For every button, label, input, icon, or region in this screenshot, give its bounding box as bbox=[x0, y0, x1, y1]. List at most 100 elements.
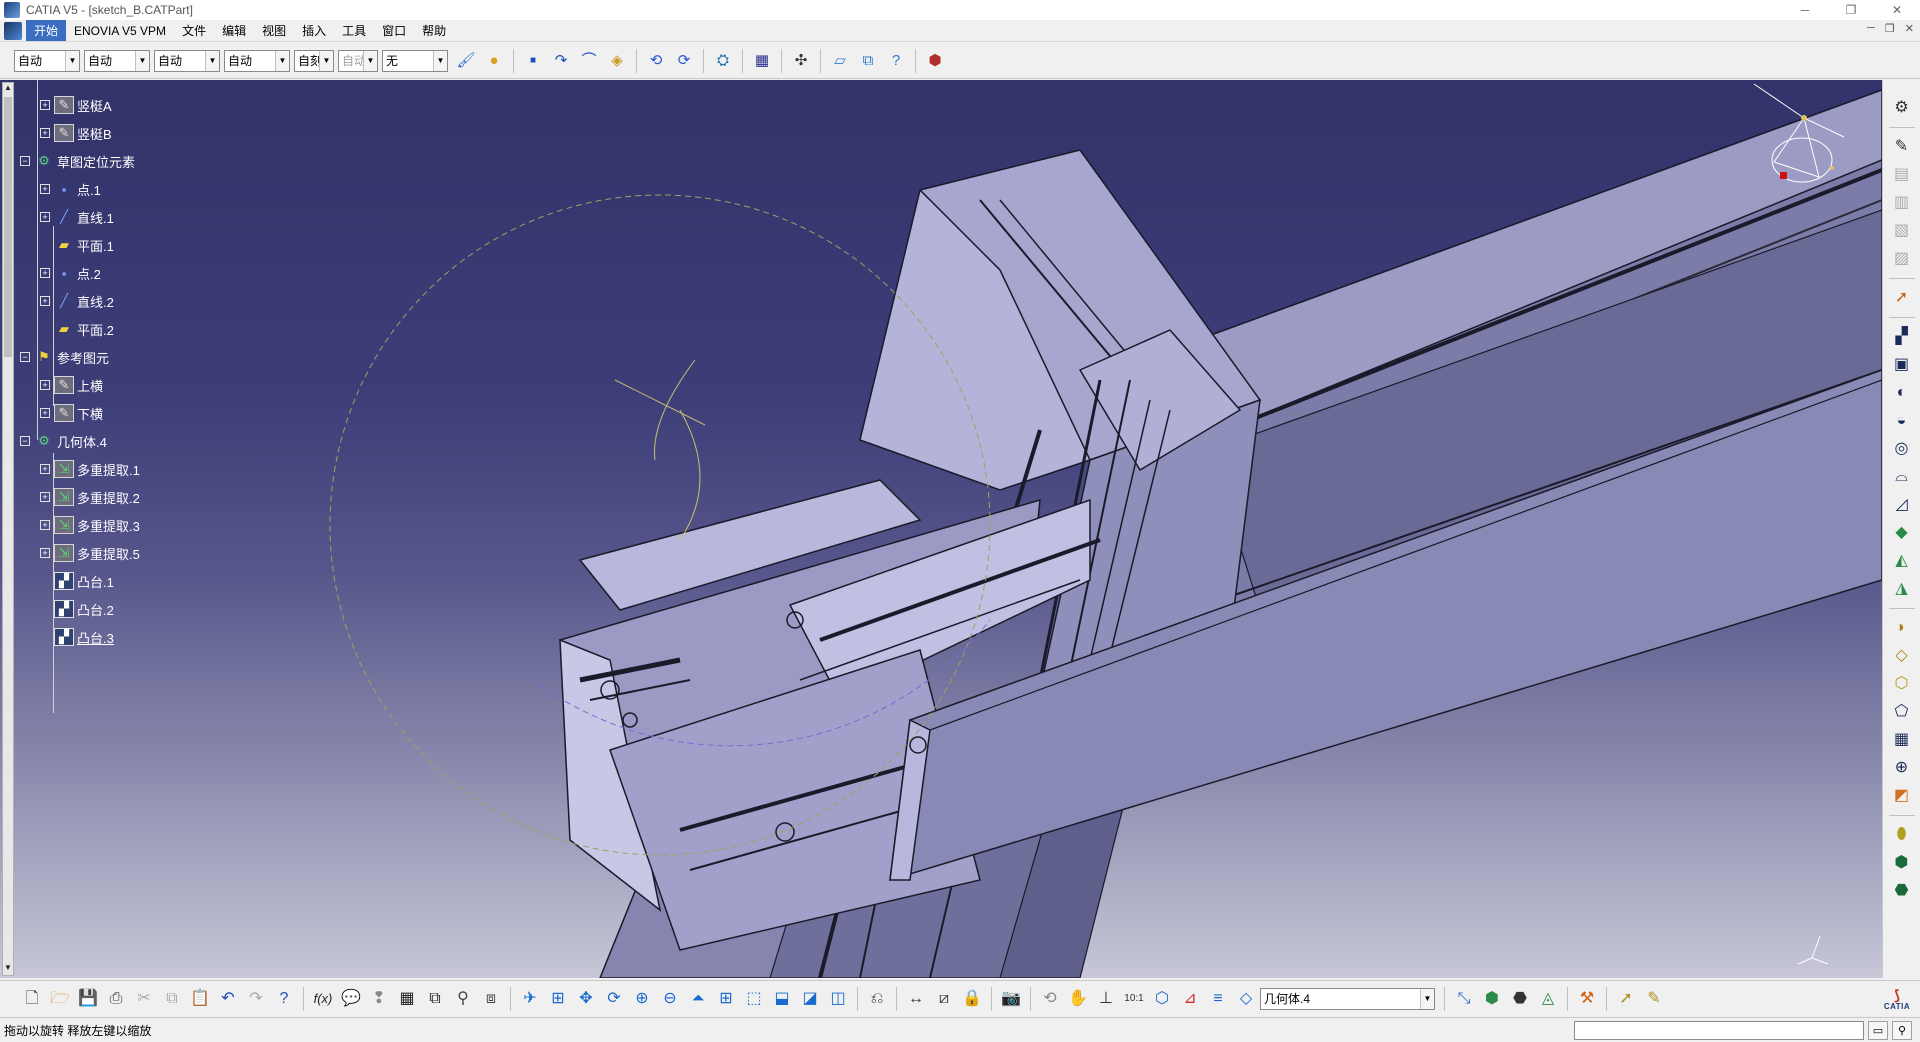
whats-this-icon[interactable]: ? bbox=[271, 987, 297, 1011]
tree-node-plane-1[interactable]: ▰ 平面.1 bbox=[54, 234, 114, 256]
split-icon[interactable]: ◩ bbox=[1889, 784, 1915, 808]
hand-pan-icon[interactable]: ✋ bbox=[1065, 987, 1091, 1011]
point-icon[interactable]: ■ bbox=[521, 49, 545, 73]
painter-icon[interactable]: 🖌 bbox=[454, 49, 478, 73]
line-thickness-combo[interactable]: 自动 ▼ bbox=[154, 49, 220, 72]
settings-gear-icon[interactable]: ⚙ bbox=[1889, 96, 1915, 120]
color-combo[interactable]: 自动 ▼ bbox=[14, 49, 80, 72]
tree-node-pad-3[interactable]: ▞ 凸台.3 bbox=[54, 626, 114, 648]
scroll-up-arrow-icon[interactable]: ▲ bbox=[3, 83, 13, 95]
positioned-sketch-icon[interactable]: ▤ bbox=[1889, 163, 1915, 187]
shading-icon[interactable]: ⬓ bbox=[769, 987, 795, 1011]
tree-node-multi-extract-3[interactable]: + ⇲ 多重提取.3 bbox=[40, 514, 140, 536]
properties-icon[interactable]: ● bbox=[482, 49, 506, 73]
pad-icon[interactable]: ▞ bbox=[1889, 325, 1915, 349]
rotate-icon[interactable]: ⟳ bbox=[601, 987, 627, 1011]
tree-node-mullion-b[interactable]: + ✎ 竖梃B bbox=[40, 122, 112, 144]
grid-icon[interactable]: ⊿ bbox=[1177, 987, 1203, 1011]
law-icon[interactable]: ⧉ bbox=[422, 987, 448, 1011]
fit-all-icon[interactable]: ⊞ bbox=[545, 987, 571, 1011]
tree-node-multi-extract-5[interactable]: + ⇲ 多重提取.5 bbox=[40, 542, 140, 564]
multi-view-icon[interactable]: ⊞ bbox=[713, 987, 739, 1011]
restore-button[interactable]: ❐ bbox=[1828, 0, 1874, 20]
menu-view[interactable]: 视图 bbox=[254, 20, 294, 41]
close-button[interactable]: ✕ bbox=[1874, 0, 1920, 20]
boolean-icon[interactable]: ⬮ bbox=[1889, 823, 1915, 847]
shell-icon[interactable]: ⬠ bbox=[1889, 700, 1915, 724]
iso-view-icon[interactable]: ⬚ bbox=[741, 987, 767, 1011]
measure-icon[interactable]: ✣ bbox=[789, 49, 813, 73]
define-in-work-object-icon[interactable]: ◇ bbox=[1233, 987, 1259, 1011]
part-geometry[interactable] bbox=[0, 80, 1882, 978]
connect-curve-icon[interactable]: ⌒ bbox=[577, 49, 601, 73]
3d-viewport[interactable]: ▲ ▼ + ✎ 竖梃A + ✎ 竖梃B − ⚙ 草图定位元素 + ▪ 点.1 + bbox=[0, 80, 1882, 978]
tree-node-multi-extract-2[interactable]: + ⇲ 多重提取.2 bbox=[40, 486, 140, 508]
minimize-button[interactable]: ─ bbox=[1782, 0, 1828, 20]
cut-icon[interactable]: ✂ bbox=[131, 987, 157, 1011]
expand-icon[interactable]: + bbox=[40, 520, 50, 530]
copy-icon[interactable]: ⧉ bbox=[159, 987, 185, 1011]
apply-material-icon[interactable]: ▦ bbox=[750, 49, 774, 73]
thread-icon[interactable]: ⊕ bbox=[1889, 756, 1915, 780]
tree-node-line-2[interactable]: + ╱ 直线.2 bbox=[40, 290, 114, 312]
lock-icon[interactable]: 🔒 bbox=[959, 987, 985, 1011]
menu-enovia[interactable]: ENOVIA V5 VPM bbox=[66, 22, 174, 40]
collapse-icon[interactable]: − bbox=[20, 352, 30, 362]
tree-node-plane-2[interactable]: ▰ 平面.2 bbox=[54, 318, 114, 340]
rendering-style-combo[interactable]: 自动 ▼ bbox=[338, 49, 378, 72]
fillet-icon[interactable]: ◗ bbox=[1889, 616, 1915, 640]
hole-icon[interactable]: ◎ bbox=[1889, 437, 1915, 461]
rotate-view-icon[interactable]: ⟲ bbox=[1037, 987, 1063, 1011]
print-icon[interactable]: ⎙ bbox=[103, 987, 129, 1011]
spline-icon[interactable]: ↷ bbox=[549, 49, 573, 73]
expand-icon[interactable]: + bbox=[40, 408, 50, 418]
design-table-icon[interactable]: ▦ bbox=[394, 987, 420, 1011]
scroll-down-arrow-icon[interactable]: ▼ bbox=[3, 963, 13, 975]
menu-edit[interactable]: 编辑 bbox=[214, 20, 254, 41]
tree-node-point-1[interactable]: + ▪ 点.1 bbox=[40, 178, 101, 200]
current-body-combo[interactable]: 几何体.4 ▼ bbox=[1260, 987, 1435, 1010]
sections-icon[interactable]: ⬡ bbox=[1149, 987, 1175, 1011]
layer-combo[interactable]: 无 ▼ bbox=[382, 49, 448, 72]
normal-view-icon[interactable]: ⏶ bbox=[685, 987, 711, 1011]
knowledge-icon[interactable]: ⧉ bbox=[856, 49, 880, 73]
power-input-run-icon[interactable]: ▭ bbox=[1868, 1021, 1888, 1040]
chamfer-icon[interactable]: ◇ bbox=[1889, 644, 1915, 668]
layer-filter-icon[interactable]: ≡ bbox=[1205, 987, 1231, 1011]
scroll-thumb[interactable] bbox=[4, 97, 12, 357]
save-icon[interactable]: 💾 bbox=[75, 987, 101, 1011]
thickness-icon[interactable]: ▦ bbox=[1889, 728, 1915, 752]
analysis-icon[interactable]: ⬢ bbox=[923, 49, 947, 73]
pointer-icon[interactable]: ➚ bbox=[1613, 987, 1639, 1011]
point-symbol-combo[interactable]: 自刻 ▼ bbox=[294, 49, 334, 72]
expand-icon[interactable]: + bbox=[40, 184, 50, 194]
tree-node-pad-1[interactable]: ▞ 凸台.1 bbox=[54, 570, 114, 592]
curve-icon[interactable]: ▥ bbox=[1889, 191, 1915, 215]
scale-icon[interactable]: 10:1 bbox=[1121, 987, 1147, 1011]
stretch-icon[interactable]: ⤡ bbox=[1451, 987, 1477, 1011]
comment-icon[interactable]: 💬 bbox=[338, 987, 364, 1011]
zoom-out-icon[interactable]: ⊖ bbox=[657, 987, 683, 1011]
mirror-icon[interactable]: ⬣ bbox=[1889, 879, 1915, 903]
pocket-icon[interactable]: ▣ bbox=[1889, 353, 1915, 377]
catia-logo[interactable]: ⟆ CATIA bbox=[1882, 985, 1912, 1013]
expand-icon[interactable]: + bbox=[40, 268, 50, 278]
sketcher-icon[interactable]: ✎ bbox=[1889, 135, 1915, 159]
transparency-combo[interactable]: 自动 ▼ bbox=[84, 49, 150, 72]
tree-node-top-transom[interactable]: + ✎ 上横 bbox=[40, 374, 103, 396]
draft-icon[interactable]: ⬡ bbox=[1889, 672, 1915, 696]
transformation-icon[interactable]: ⬢ bbox=[1889, 851, 1915, 875]
menu-window[interactable]: 窗口 bbox=[374, 20, 414, 41]
groove-icon[interactable]: ◒ bbox=[1889, 409, 1915, 433]
axis-icon[interactable]: ⊥ bbox=[1093, 987, 1119, 1011]
swap-space-icon[interactable]: ◫ bbox=[825, 987, 851, 1011]
draft-analysis-icon[interactable]: ⬣ bbox=[1507, 987, 1533, 1011]
collapse-icon[interactable]: − bbox=[20, 156, 30, 166]
measure-tool-icon[interactable]: ⚲ bbox=[450, 987, 476, 1011]
knowledge-rule-icon[interactable]: ❢ bbox=[366, 987, 392, 1011]
fly-mode-icon[interactable]: ✈ bbox=[517, 987, 543, 1011]
apply-material-icon[interactable]: ⧈ bbox=[478, 987, 504, 1011]
document-icon[interactable] bbox=[4, 21, 22, 40]
menu-file[interactable]: 文件 bbox=[174, 20, 214, 41]
open-file-icon[interactable]: 🗁 bbox=[47, 987, 73, 1011]
